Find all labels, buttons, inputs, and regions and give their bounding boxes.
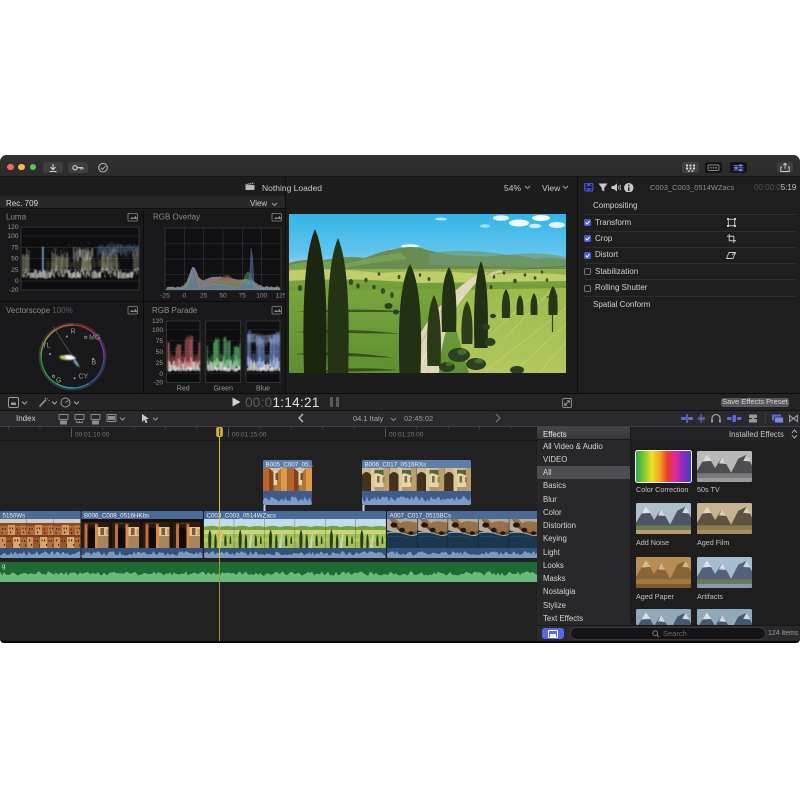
svg-text:75: 75 [11,245,19,252]
svg-text:G: G [56,378,61,385]
svg-text:R: R [71,329,76,336]
svg-text:100: 100 [152,327,163,334]
svg-text:0: 0 [15,278,19,285]
svg-text:50: 50 [156,349,164,356]
svg-text:00:01:20:00: 00:01:20:00 [389,432,424,439]
svg-text:0: 0 [159,371,163,378]
svg-text:g: g [2,563,6,570]
svg-text:50: 50 [219,293,227,300]
svg-text:Luma: Luma [6,213,27,222]
svg-text:-20: -20 [9,287,19,294]
svg-text:0: 0 [182,293,186,300]
svg-text:75: 75 [239,293,247,300]
svg-text:Red: Red [177,386,190,393]
svg-text:RGB Overlay: RGB Overlay [153,213,200,222]
svg-text:25: 25 [11,267,19,274]
svg-text:120: 120 [7,224,18,231]
svg-text:50: 50 [11,256,19,263]
svg-text:25: 25 [156,360,164,367]
svg-text:RGB Parade: RGB Parade [152,306,198,315]
svg-text:100: 100 [256,293,267,300]
svg-text:B: B [92,360,97,367]
svg-text:B006_C008_0516HKbs: B006_C008_0516HKbs [84,513,149,520]
svg-text:00:01:10:00: 00:01:10:00 [75,432,110,439]
svg-text:25: 25 [200,293,208,300]
svg-text:B005_C007_05...: B005_C007_05... [266,462,314,469]
svg-text:-25: -25 [160,293,170,300]
svg-text:CY: CY [79,374,89,381]
svg-text:75: 75 [156,338,164,345]
svg-text:B006_C017_0516RXs: B006_C017_0516RXs [365,462,427,469]
svg-text:Blue: Blue [256,386,270,393]
svg-text:00:01:15:00: 00:01:15:00 [232,432,267,439]
svg-text:A007_C017_0515BCs: A007_C017_0515BCs [390,513,452,520]
svg-text:Vectorscope 100%: Vectorscope 100% [6,306,73,315]
svg-text:125: 125 [275,293,285,300]
svg-text:-20: -20 [153,380,163,387]
svg-text:120: 120 [152,318,163,325]
svg-text:C003_C003_0514WZacs: C003_C003_0514WZacs [207,513,276,520]
svg-text:100: 100 [7,233,18,240]
svg-text:YL: YL [42,343,51,350]
svg-text:MG: MG [89,335,100,342]
svg-text:5150Ws: 5150Ws [3,513,26,520]
svg-text:Green: Green [213,386,233,393]
